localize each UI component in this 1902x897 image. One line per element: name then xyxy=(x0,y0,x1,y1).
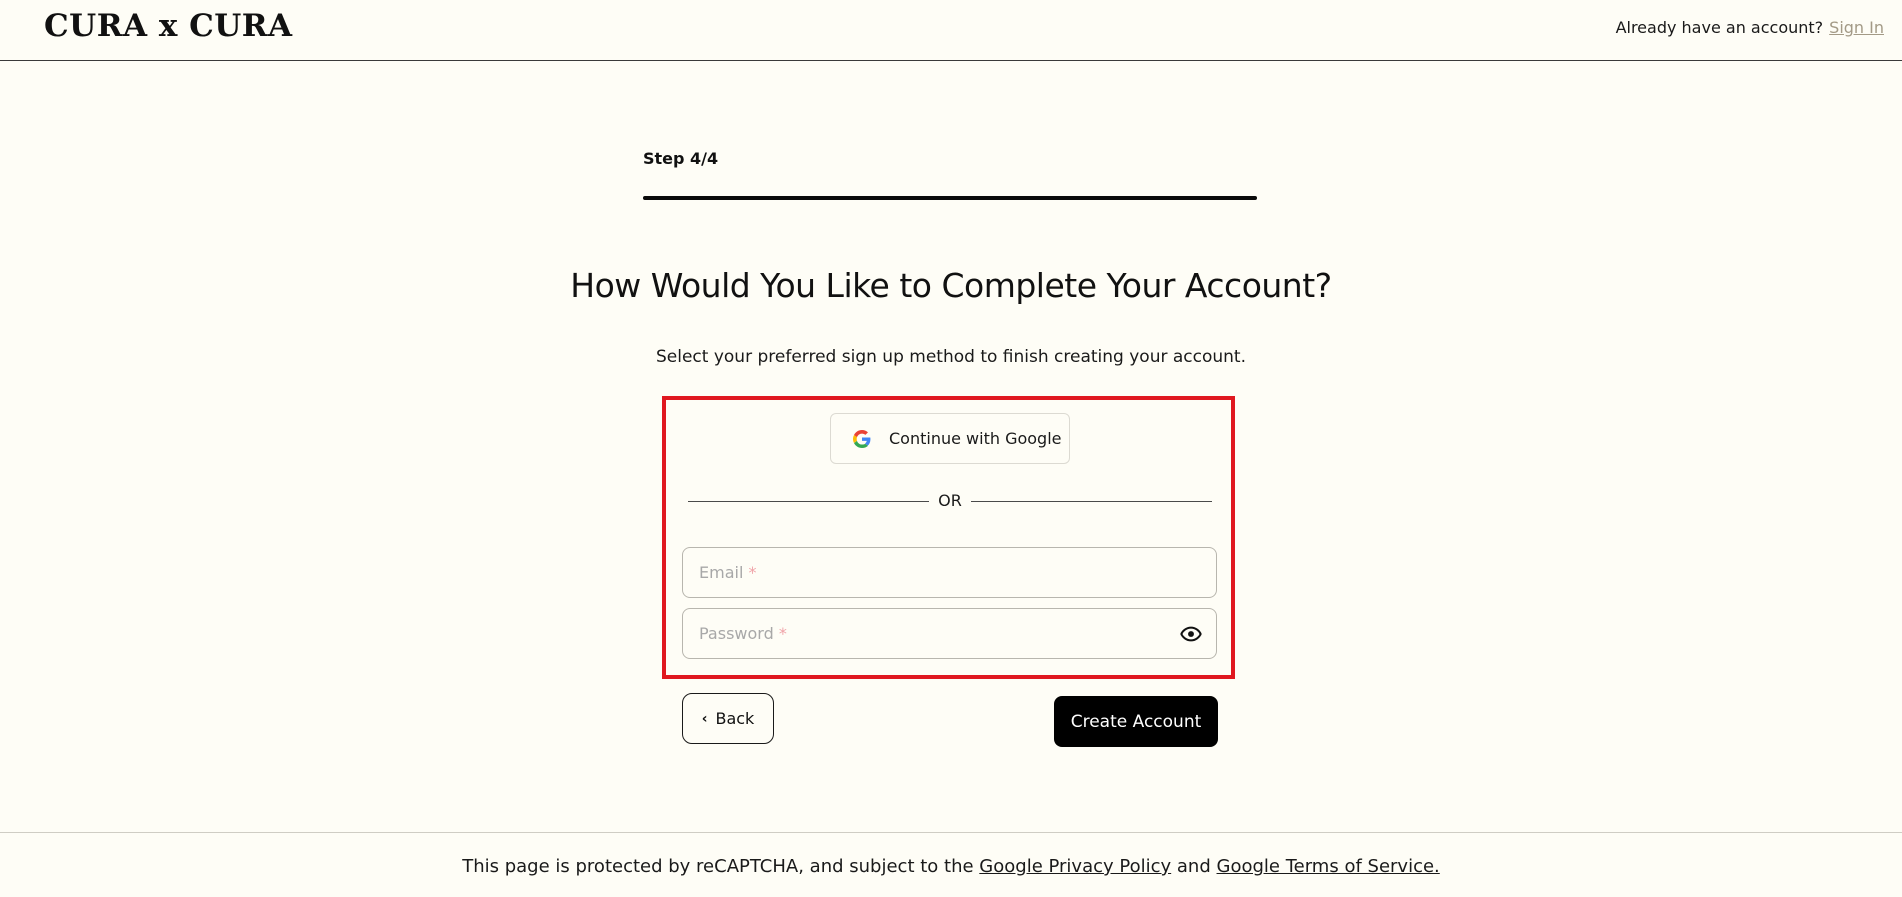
step-progress-fill xyxy=(643,196,1257,200)
eye-icon[interactable] xyxy=(1180,623,1202,645)
account-prompt-text: Already have an account? xyxy=(1615,18,1824,37)
step-label: Step 4/4 xyxy=(643,149,719,168)
password-field[interactable]: Password * xyxy=(682,608,1217,660)
footer-and-text: and xyxy=(1176,856,1211,877)
page-title: How Would You Like to Complete Your Acco… xyxy=(570,266,1332,305)
footer-text: This page is protected by reCAPTCHA, and… xyxy=(462,856,974,877)
or-divider-label: OR xyxy=(938,491,962,510)
create-account-button[interactable]: Create Account xyxy=(1054,696,1218,747)
password-input[interactable] xyxy=(699,609,1163,660)
email-field[interactable]: Email * xyxy=(682,547,1217,599)
page-subtitle: Select your preferred sign up method to … xyxy=(656,347,1246,367)
google-button-label: Continue with Google xyxy=(889,429,1062,448)
divider-right xyxy=(971,501,1212,502)
back-button[interactable]: ‹ Back xyxy=(682,693,774,744)
google-g-icon xyxy=(853,429,871,448)
step-progress-bar xyxy=(643,196,1257,200)
back-button-label: Back xyxy=(715,709,755,728)
terms-of-service-link[interactable]: Google Terms of Service. xyxy=(1217,856,1440,877)
chevron-left-icon: ‹ xyxy=(701,710,708,727)
email-input[interactable] xyxy=(699,548,1163,599)
footer-divider xyxy=(0,832,1902,833)
footer-recaptcha-notice: This page is protected by reCAPTCHA, and… xyxy=(0,856,1902,877)
top-header: CURA x CURA Already have an account? Sign… xyxy=(0,0,1902,61)
sign-in-link[interactable]: Sign In xyxy=(1829,18,1884,37)
divider-left xyxy=(688,501,929,502)
brand-logo[interactable]: CURA x CURA xyxy=(44,8,293,44)
privacy-policy-link[interactable]: Google Privacy Policy xyxy=(979,856,1171,877)
continue-with-google-button[interactable]: Continue with Google xyxy=(830,413,1070,464)
header-account-prompt: Already have an account? Sign In xyxy=(1616,18,1884,37)
